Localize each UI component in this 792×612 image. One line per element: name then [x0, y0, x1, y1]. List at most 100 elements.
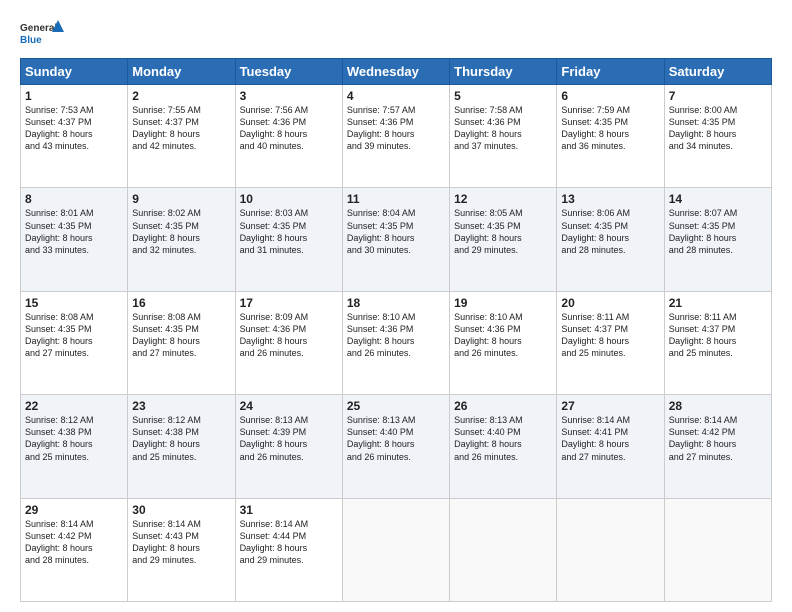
day-number: 20 [561, 296, 659, 310]
day-number: 26 [454, 399, 552, 413]
cell-info: Sunrise: 8:06 AMSunset: 4:35 PMDaylight:… [561, 207, 659, 256]
cell-info: Sunrise: 8:14 AMSunset: 4:42 PMDaylight:… [25, 518, 123, 567]
cell-info: Sunrise: 8:13 AMSunset: 4:39 PMDaylight:… [240, 414, 338, 463]
day-number: 22 [25, 399, 123, 413]
cell-info: Sunrise: 8:14 AMSunset: 4:44 PMDaylight:… [240, 518, 338, 567]
weekday-header-monday: Monday [128, 59, 235, 85]
calendar-cell: 4Sunrise: 7:57 AMSunset: 4:36 PMDaylight… [342, 85, 449, 188]
calendar-cell: 11Sunrise: 8:04 AMSunset: 4:35 PMDayligh… [342, 188, 449, 291]
calendar-week-2: 8Sunrise: 8:01 AMSunset: 4:35 PMDaylight… [21, 188, 772, 291]
cell-info: Sunrise: 7:56 AMSunset: 4:36 PMDaylight:… [240, 104, 338, 153]
calendar-cell [664, 498, 771, 601]
cell-info: Sunrise: 7:58 AMSunset: 4:36 PMDaylight:… [454, 104, 552, 153]
cell-info: Sunrise: 8:08 AMSunset: 4:35 PMDaylight:… [25, 311, 123, 360]
calendar-cell: 17Sunrise: 8:09 AMSunset: 4:36 PMDayligh… [235, 291, 342, 394]
cell-info: Sunrise: 8:11 AMSunset: 4:37 PMDaylight:… [561, 311, 659, 360]
cell-info: Sunrise: 8:11 AMSunset: 4:37 PMDaylight:… [669, 311, 767, 360]
calendar-cell: 7Sunrise: 8:00 AMSunset: 4:35 PMDaylight… [664, 85, 771, 188]
cell-info: Sunrise: 8:14 AMSunset: 4:43 PMDaylight:… [132, 518, 230, 567]
day-number: 12 [454, 192, 552, 206]
day-number: 2 [132, 89, 230, 103]
cell-info: Sunrise: 8:07 AMSunset: 4:35 PMDaylight:… [669, 207, 767, 256]
weekday-header-tuesday: Tuesday [235, 59, 342, 85]
calendar-week-3: 15Sunrise: 8:08 AMSunset: 4:35 PMDayligh… [21, 291, 772, 394]
cell-info: Sunrise: 8:02 AMSunset: 4:35 PMDaylight:… [132, 207, 230, 256]
cell-info: Sunrise: 8:12 AMSunset: 4:38 PMDaylight:… [132, 414, 230, 463]
calendar-cell: 19Sunrise: 8:10 AMSunset: 4:36 PMDayligh… [450, 291, 557, 394]
calendar-cell: 2Sunrise: 7:55 AMSunset: 4:37 PMDaylight… [128, 85, 235, 188]
calendar-cell: 28Sunrise: 8:14 AMSunset: 4:42 PMDayligh… [664, 395, 771, 498]
calendar-cell: 30Sunrise: 8:14 AMSunset: 4:43 PMDayligh… [128, 498, 235, 601]
logo: General Blue [20, 18, 64, 48]
weekday-header-saturday: Saturday [664, 59, 771, 85]
day-number: 24 [240, 399, 338, 413]
cell-info: Sunrise: 8:01 AMSunset: 4:35 PMDaylight:… [25, 207, 123, 256]
calendar-cell [557, 498, 664, 601]
weekday-header-row: SundayMondayTuesdayWednesdayThursdayFrid… [21, 59, 772, 85]
calendar-cell: 13Sunrise: 8:06 AMSunset: 4:35 PMDayligh… [557, 188, 664, 291]
cell-info: Sunrise: 8:00 AMSunset: 4:35 PMDaylight:… [669, 104, 767, 153]
day-number: 11 [347, 192, 445, 206]
calendar-cell: 23Sunrise: 8:12 AMSunset: 4:38 PMDayligh… [128, 395, 235, 498]
calendar-cell: 18Sunrise: 8:10 AMSunset: 4:36 PMDayligh… [342, 291, 449, 394]
calendar-cell: 12Sunrise: 8:05 AMSunset: 4:35 PMDayligh… [450, 188, 557, 291]
calendar-cell: 24Sunrise: 8:13 AMSunset: 4:39 PMDayligh… [235, 395, 342, 498]
day-number: 25 [347, 399, 445, 413]
calendar-cell: 3Sunrise: 7:56 AMSunset: 4:36 PMDaylight… [235, 85, 342, 188]
calendar-cell: 1Sunrise: 7:53 AMSunset: 4:37 PMDaylight… [21, 85, 128, 188]
weekday-header-wednesday: Wednesday [342, 59, 449, 85]
cell-info: Sunrise: 8:14 AMSunset: 4:41 PMDaylight:… [561, 414, 659, 463]
day-number: 9 [132, 192, 230, 206]
calendar-cell: 29Sunrise: 8:14 AMSunset: 4:42 PMDayligh… [21, 498, 128, 601]
cell-info: Sunrise: 8:13 AMSunset: 4:40 PMDaylight:… [454, 414, 552, 463]
day-number: 14 [669, 192, 767, 206]
calendar-cell: 8Sunrise: 8:01 AMSunset: 4:35 PMDaylight… [21, 188, 128, 291]
day-number: 5 [454, 89, 552, 103]
cell-info: Sunrise: 7:55 AMSunset: 4:37 PMDaylight:… [132, 104, 230, 153]
day-number: 31 [240, 503, 338, 517]
cell-info: Sunrise: 8:04 AMSunset: 4:35 PMDaylight:… [347, 207, 445, 256]
calendar-header: SundayMondayTuesdayWednesdayThursdayFrid… [21, 59, 772, 85]
header: General Blue [20, 18, 772, 48]
cell-info: Sunrise: 8:13 AMSunset: 4:40 PMDaylight:… [347, 414, 445, 463]
calendar-cell: 22Sunrise: 8:12 AMSunset: 4:38 PMDayligh… [21, 395, 128, 498]
day-number: 15 [25, 296, 123, 310]
cell-info: Sunrise: 7:53 AMSunset: 4:37 PMDaylight:… [25, 104, 123, 153]
cell-info: Sunrise: 8:03 AMSunset: 4:35 PMDaylight:… [240, 207, 338, 256]
svg-text:General: General [20, 23, 57, 34]
day-number: 21 [669, 296, 767, 310]
calendar-cell: 27Sunrise: 8:14 AMSunset: 4:41 PMDayligh… [557, 395, 664, 498]
day-number: 18 [347, 296, 445, 310]
calendar-week-1: 1Sunrise: 7:53 AMSunset: 4:37 PMDaylight… [21, 85, 772, 188]
calendar-cell: 16Sunrise: 8:08 AMSunset: 4:35 PMDayligh… [128, 291, 235, 394]
day-number: 19 [454, 296, 552, 310]
weekday-header-thursday: Thursday [450, 59, 557, 85]
calendar-cell: 5Sunrise: 7:58 AMSunset: 4:36 PMDaylight… [450, 85, 557, 188]
cell-info: Sunrise: 8:05 AMSunset: 4:35 PMDaylight:… [454, 207, 552, 256]
calendar-table: SundayMondayTuesdayWednesdayThursdayFrid… [20, 58, 772, 602]
day-number: 30 [132, 503, 230, 517]
cell-info: Sunrise: 8:10 AMSunset: 4:36 PMDaylight:… [454, 311, 552, 360]
calendar-cell: 21Sunrise: 8:11 AMSunset: 4:37 PMDayligh… [664, 291, 771, 394]
day-number: 3 [240, 89, 338, 103]
cell-info: Sunrise: 8:12 AMSunset: 4:38 PMDaylight:… [25, 414, 123, 463]
calendar-cell: 6Sunrise: 7:59 AMSunset: 4:35 PMDaylight… [557, 85, 664, 188]
day-number: 27 [561, 399, 659, 413]
calendar-cell [342, 498, 449, 601]
calendar-cell [450, 498, 557, 601]
day-number: 29 [25, 503, 123, 517]
calendar-cell: 20Sunrise: 8:11 AMSunset: 4:37 PMDayligh… [557, 291, 664, 394]
cell-info: Sunrise: 8:09 AMSunset: 4:36 PMDaylight:… [240, 311, 338, 360]
day-number: 10 [240, 192, 338, 206]
day-number: 4 [347, 89, 445, 103]
day-number: 1 [25, 89, 123, 103]
calendar-cell: 9Sunrise: 8:02 AMSunset: 4:35 PMDaylight… [128, 188, 235, 291]
day-number: 8 [25, 192, 123, 206]
logo-icon: General Blue [20, 18, 64, 48]
day-number: 17 [240, 296, 338, 310]
cell-info: Sunrise: 7:59 AMSunset: 4:35 PMDaylight:… [561, 104, 659, 153]
calendar-cell: 10Sunrise: 8:03 AMSunset: 4:35 PMDayligh… [235, 188, 342, 291]
day-number: 7 [669, 89, 767, 103]
calendar-cell: 31Sunrise: 8:14 AMSunset: 4:44 PMDayligh… [235, 498, 342, 601]
day-number: 16 [132, 296, 230, 310]
